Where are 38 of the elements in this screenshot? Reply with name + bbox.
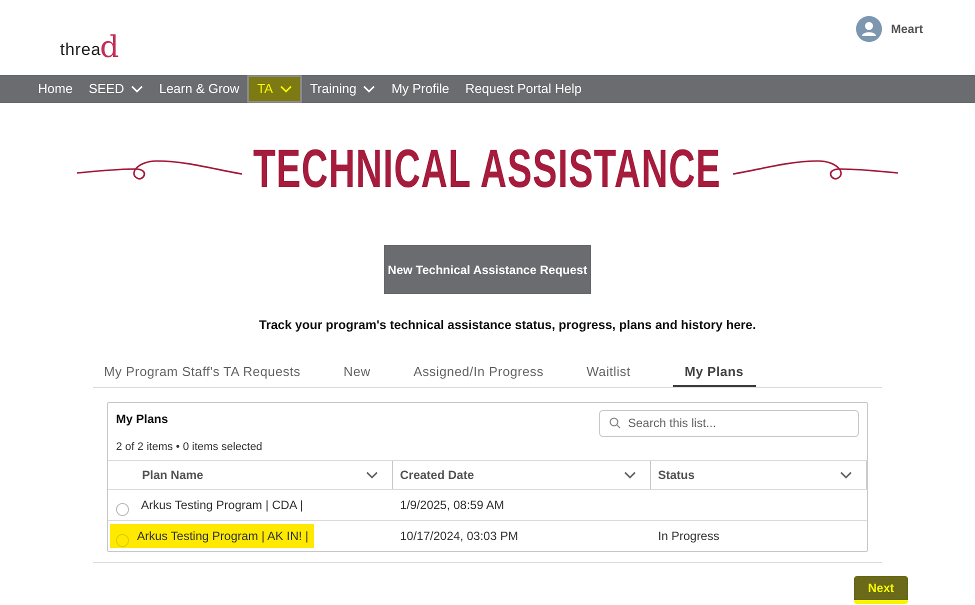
nav-item[interactable]: Request Portal Help xyxy=(457,75,590,103)
nav-item[interactable]: SEED xyxy=(80,75,152,103)
chevron-down-icon xyxy=(363,85,376,93)
list-title: My Plans xyxy=(116,410,170,428)
next-button[interactable]: Next xyxy=(854,576,908,604)
tab[interactable]: My Plans xyxy=(672,358,756,387)
table-cell-text: In Progress xyxy=(657,528,720,546)
logo[interactable]: thread xyxy=(60,12,120,62)
column-header[interactable]: Created Date xyxy=(393,461,651,490)
search-icon xyxy=(609,416,621,429)
tab[interactable]: Assigned/In Progress xyxy=(412,358,545,387)
tab[interactable]: Waitlist xyxy=(586,358,632,387)
chevron-down-icon xyxy=(840,471,852,480)
column-header[interactable]: Plan Name xyxy=(108,461,393,490)
nav-item[interactable]: TA xyxy=(247,75,302,103)
table-cell-text: Arkus Testing Program | CDA | xyxy=(141,497,304,514)
row-radio[interactable] xyxy=(116,502,129,516)
table-cell-text: 10/17/2024, 03:03 PM xyxy=(399,528,520,546)
intro-text: Track your program's technical assistance status, progress, plans and history here. xyxy=(258,317,757,334)
avatar-icon[interactable] xyxy=(856,16,882,42)
tab[interactable]: My Program Staff's TA Requests xyxy=(103,358,302,387)
nav-item[interactable]: Learn & Grow xyxy=(151,75,248,103)
chevron-down-icon xyxy=(624,471,636,480)
tab[interactable]: New xyxy=(342,358,372,387)
nav-item[interactable]: Home xyxy=(30,75,81,103)
chevron-down-icon xyxy=(280,85,292,93)
new-request-button[interactable]: New Technical Assistance Request xyxy=(384,245,591,294)
list-summary: 2 of 2 items • 0 items selected xyxy=(116,440,262,455)
column-header[interactable]: Status xyxy=(651,461,867,490)
table-cell-text: 1/9/2025, 08:59 AM xyxy=(399,497,506,514)
page-title: TECHNICAL ASSISTANCE xyxy=(254,138,722,201)
table-cell: Arkus Testing Program | AK IN! | xyxy=(110,524,314,548)
nav-item[interactable]: My Profile xyxy=(383,75,458,103)
chevron-down-icon xyxy=(366,471,378,480)
nav-item[interactable]: Training xyxy=(302,75,384,103)
chevron-down-icon xyxy=(131,85,144,93)
search-field[interactable]: Search this list... xyxy=(599,410,859,437)
user-name: Meart xyxy=(890,20,923,38)
